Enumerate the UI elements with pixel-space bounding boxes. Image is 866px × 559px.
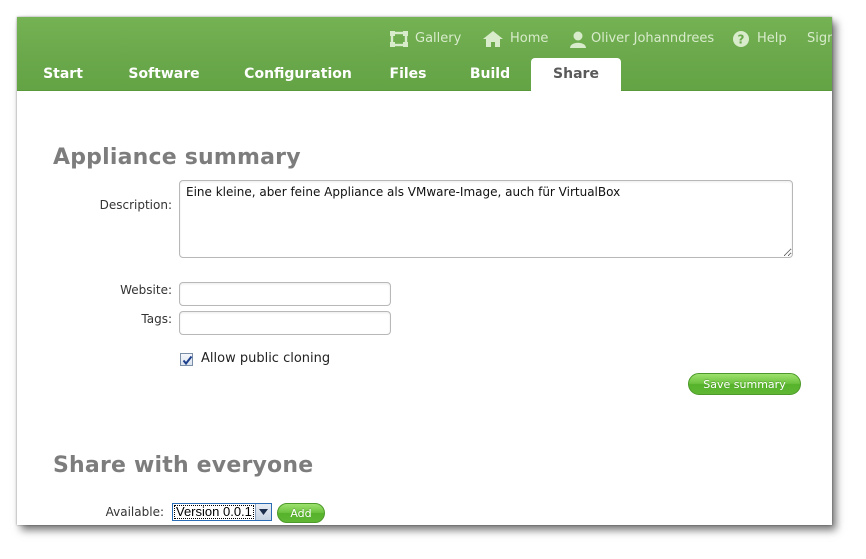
focus-ring (174, 505, 254, 519)
gallery-icon (390, 31, 408, 47)
website-label: Website: (120, 283, 172, 297)
sign-label: Sign (807, 31, 832, 46)
share-heading: Share with everyone (53, 453, 314, 478)
help-icon: ? (733, 31, 749, 47)
tags-label: Tags: (141, 312, 172, 326)
tab-software[interactable]: Software (117, 58, 211, 90)
tab-build[interactable]: Build (461, 58, 519, 90)
available-label: Available: (105, 505, 164, 519)
save-summary-button[interactable]: Save summary (688, 373, 801, 395)
help-label: Help (757, 31, 787, 46)
description-field[interactable]: Eine kleine, aber feine Appliance als VM… (179, 180, 793, 258)
appliance-summary-heading: Appliance summary (53, 145, 301, 170)
browser-window: Gallery Home Oliver Johanndrees ? Help S… (17, 17, 832, 525)
checkmark-icon (182, 355, 193, 366)
tab-configuration[interactable]: Configuration (233, 58, 363, 90)
header-bar: Gallery Home Oliver Johanndrees ? Help S… (17, 17, 832, 91)
description-label: Description: (99, 198, 172, 212)
tab-start[interactable]: Start (31, 58, 95, 90)
gallery-label: Gallery (415, 31, 462, 46)
user-label: Oliver Johanndrees (591, 31, 715, 46)
tags-field[interactable] (179, 311, 391, 335)
user-icon (570, 31, 586, 48)
select-arrow[interactable] (255, 504, 271, 520)
allow-cloning-label[interactable]: Allow public cloning (201, 351, 330, 366)
version-select[interactable]: Version 0.0.1 (172, 503, 272, 521)
home-label: Home (510, 31, 549, 46)
tab-share[interactable]: Share (531, 58, 621, 91)
home-icon (483, 31, 503, 47)
website-field[interactable] (179, 282, 391, 306)
allow-cloning-checkbox[interactable] (180, 353, 193, 366)
main-content: Appliance summary Description: Eine klei… (17, 91, 832, 525)
tab-files[interactable]: Files (381, 58, 435, 90)
svg-text:?: ? (738, 33, 745, 47)
add-button[interactable]: Add (277, 503, 325, 523)
main-tabs: Start Software Configuration Files Build… (17, 58, 832, 91)
chevron-down-icon (259, 509, 268, 515)
